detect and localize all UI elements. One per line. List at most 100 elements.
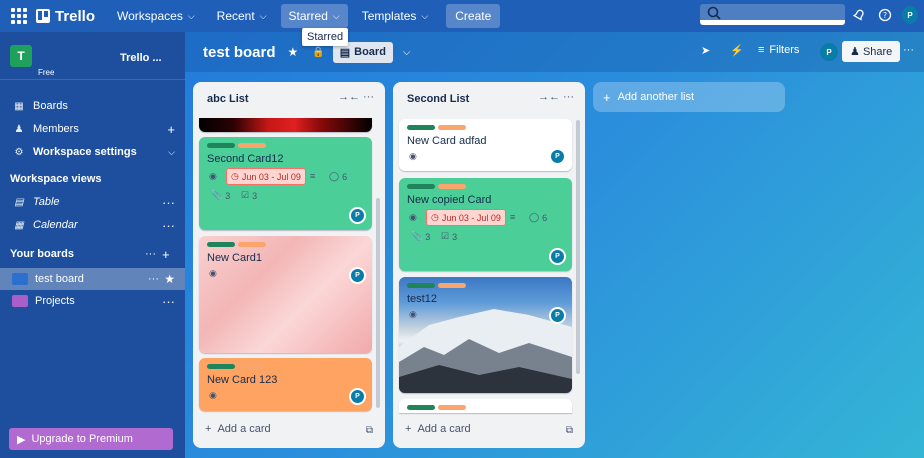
- card-template-icon[interactable]: ⧉: [366, 425, 373, 436]
- list-scrollbar[interactable]: [376, 198, 380, 408]
- card-second-card12[interactable]: Second Card12 ◉ ◷ Jun 03 - Jul 09 ≡ ◯ 6 📎 3…: [199, 137, 372, 230]
- more-icon[interactable]: ···: [145, 248, 156, 260]
- workspace-name[interactable]: Trello ...: [120, 52, 162, 64]
- list-title[interactable]: Second List: [407, 93, 469, 105]
- workspace-logo[interactable]: T: [10, 44, 32, 67]
- due-date-badge[interactable]: ◷ Jun 03 - Jul 09: [426, 209, 506, 226]
- user-avatar[interactable]: P: [902, 6, 918, 24]
- board-thumbnail: [12, 295, 28, 307]
- add-card-button[interactable]: + Add a card: [205, 423, 271, 435]
- chevron-down-icon: ⌵: [187, 10, 195, 21]
- card-template-icon[interactable]: ⧉: [566, 425, 573, 436]
- star-icon[interactable]: ★: [164, 272, 175, 286]
- trello-logo[interactable]: Trello: [36, 8, 95, 25]
- sidebar-item-label: Table: [33, 196, 60, 208]
- search-input[interactable]: [700, 4, 845, 25]
- card-member-avatar[interactable]: P: [549, 248, 566, 265]
- card-member-avatar[interactable]: P: [349, 267, 366, 284]
- automation-icon[interactable]: ⚡: [730, 44, 744, 57]
- card-title: Second Card12: [207, 153, 284, 165]
- watch-icon: ◉: [409, 309, 417, 319]
- more-icon[interactable]: ···: [162, 195, 175, 210]
- card-member-avatar[interactable]: P: [349, 388, 366, 405]
- your-boards-actions: ··· +: [145, 243, 185, 265]
- sidebar-item-table[interactable]: ▤ Table ···: [0, 191, 185, 213]
- nav-starred[interactable]: Starred ⌵: [280, 4, 348, 28]
- label-orange: [438, 125, 466, 130]
- workspace-header: T Trello ... Free: [0, 32, 185, 80]
- list-title[interactable]: abc List: [207, 93, 249, 105]
- card-test12[interactable]: test12 ◉ P: [399, 277, 572, 393]
- help-icon[interactable]: ?: [877, 7, 893, 23]
- more-icon[interactable]: ···: [162, 294, 175, 309]
- upgrade-button[interactable]: ▶ Upgrade to Premium: [9, 428, 173, 450]
- card-labels: [207, 242, 266, 247]
- card-labels: [407, 184, 466, 189]
- add-card-label: Add a card: [417, 423, 471, 435]
- card-new-copied-card[interactable]: New copied Card ◉ ◷ Jun 03 - Jul 09 ≡ ◯ 6 …: [399, 178, 572, 271]
- notifications-icon[interactable]: [851, 7, 867, 23]
- search-icon: [707, 6, 721, 20]
- label-green: [407, 125, 435, 130]
- card-title: New Card adfad: [407, 135, 487, 147]
- member-avatar[interactable]: P: [820, 43, 838, 61]
- app-switcher-icon[interactable]: [10, 7, 28, 25]
- add-card-label: Add a card: [217, 423, 271, 435]
- visibility-icon[interactable]: 🔒: [312, 47, 324, 58]
- list-scrollbar[interactable]: [576, 120, 580, 374]
- due-date: Jun 03 - Jul 09: [441, 212, 501, 223]
- card-partial[interactable]: [399, 399, 572, 413]
- sidebar-board-projects[interactable]: Projects ···: [0, 290, 185, 312]
- more-icon[interactable]: ···: [903, 44, 914, 56]
- sidebar-item-boards[interactable]: ▦ Boards: [0, 95, 185, 117]
- collapse-icon[interactable]: →←: [338, 91, 360, 103]
- sidebar: T Trello ... Free ▦ Boards ♟ Members + ⚙ Wo…: [0, 32, 185, 458]
- sidebar-item-settings[interactable]: ⚙ Workspace settings ⌵: [0, 141, 185, 163]
- star-icon[interactable]: ★: [288, 45, 299, 59]
- comment-icon: ◯: [329, 171, 340, 181]
- checklist-count: 3: [252, 190, 258, 201]
- trello-logo-icon: [36, 9, 50, 23]
- more-icon[interactable]: ···: [363, 91, 374, 103]
- card-new-card-123[interactable]: New Card 123 ◉ P: [199, 358, 372, 411]
- filters-button[interactable]: ≡ Filters: [758, 44, 799, 56]
- more-icon[interactable]: ···: [148, 273, 159, 285]
- chevron-down-icon[interactable]: ⌵: [403, 47, 411, 58]
- card-member-avatar[interactable]: P: [549, 307, 566, 324]
- card-title: New copied Card: [407, 194, 492, 206]
- board-title[interactable]: test board: [203, 44, 276, 61]
- label-orange: [438, 405, 466, 410]
- sidebar-board-test-board[interactable]: test board ··· ★: [0, 268, 185, 290]
- card-member-avatar[interactable]: P: [349, 207, 366, 224]
- due-date-badge[interactable]: ◷ Jun 03 - Jul 09: [226, 168, 306, 185]
- attachments-badge: 📎 3: [211, 190, 230, 201]
- nav-workspaces[interactable]: Workspaces ⌵: [109, 4, 203, 28]
- add-card-button[interactable]: + Add a card: [405, 423, 471, 435]
- sidebar-item-calendar[interactable]: ▦ Calendar ···: [0, 214, 185, 236]
- sidebar-item-members[interactable]: ♟ Members +: [0, 118, 185, 140]
- card-new-card1[interactable]: New Card1 ◉ P: [199, 236, 372, 353]
- avatar-initial: P: [902, 6, 918, 24]
- card-member-avatar[interactable]: P: [549, 148, 566, 165]
- nav-templates[interactable]: Templates ⌵: [354, 4, 437, 28]
- add-board-icon[interactable]: +: [162, 247, 170, 262]
- add-list-button[interactable]: + Add another list: [593, 82, 785, 112]
- card-image-partial[interactable]: [199, 118, 372, 132]
- more-icon[interactable]: ···: [162, 218, 175, 233]
- share-button[interactable]: ♟ Share: [842, 41, 901, 62]
- calendar-icon: ▦: [14, 219, 24, 231]
- nav-recent[interactable]: Recent ⌵: [209, 4, 275, 28]
- card-new-card-adfad[interactable]: New Card adfad ◉ P: [399, 119, 572, 171]
- starred-tooltip: Starred: [302, 28, 349, 46]
- add-member-icon[interactable]: +: [167, 122, 175, 137]
- workspace-plan: Free: [38, 68, 55, 77]
- comment-count: 6: [542, 212, 548, 223]
- card-labels: [407, 405, 466, 410]
- workspace-views-heading: Workspace views: [10, 173, 102, 185]
- label-green: [407, 184, 435, 189]
- more-icon[interactable]: ···: [563, 91, 574, 103]
- power-ups-icon[interactable]: ➤: [701, 44, 710, 57]
- collapse-icon[interactable]: →←: [538, 91, 560, 103]
- attachments-badge: 📎 3: [411, 231, 430, 242]
- create-button[interactable]: Create: [446, 4, 501, 28]
